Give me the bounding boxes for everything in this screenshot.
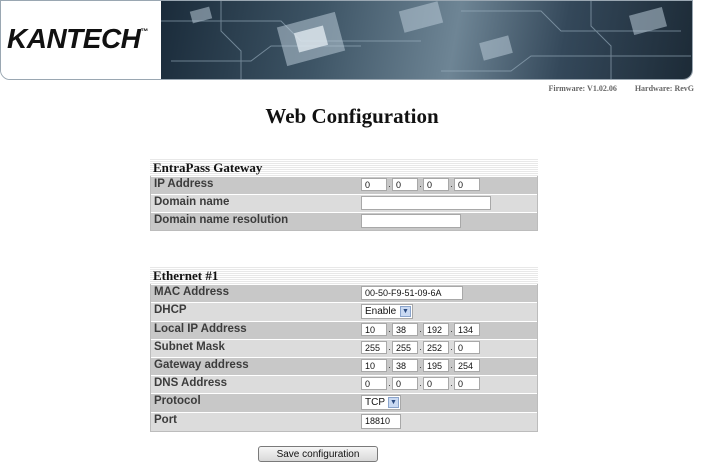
ip-octet-3[interactable]: 0: [423, 178, 449, 191]
subnet-octet-2[interactable]: 255: [392, 341, 418, 354]
entrapass-gateway-section: EntraPass Gateway IP Address 0.0.0.0 Dom…: [150, 158, 538, 231]
ethernet-section: Ethernet #1 MAC Address 00-50-F9-51-09-6…: [150, 266, 538, 432]
protocol-row: Protocol TCP ▼: [151, 393, 537, 412]
dns-octet-4[interactable]: 0: [454, 377, 480, 390]
chevron-down-icon: ▼: [400, 306, 411, 317]
subnet-octet-4[interactable]: 0: [454, 341, 480, 354]
mac-address-value: 00-50-F9-51-09-6A: [361, 286, 463, 300]
ip-octet-2[interactable]: 0: [392, 178, 418, 191]
dhcp-row: DHCP Enable ▼: [151, 302, 537, 321]
ip-octet-4[interactable]: 0: [454, 178, 480, 191]
dns-address-row: DNS Address 0.0.0.0: [151, 375, 537, 393]
ethernet-rows: MAC Address 00-50-F9-51-09-6A DHCP Enabl…: [150, 284, 538, 432]
domain-resolution-input[interactable]: [361, 214, 461, 228]
subnet-mask-label: Subnet Mask: [154, 341, 225, 353]
dns-octet-2[interactable]: 0: [392, 377, 418, 390]
local-ip-label: Local IP Address: [154, 323, 247, 335]
page-title: Web Configuration: [265, 104, 439, 128]
gateway-octet-1[interactable]: 10: [361, 359, 387, 372]
local-ip-row: Local IP Address 10. 38. 192. 134: [151, 321, 537, 339]
gateway-address-input: 10. 38. 195. 254: [361, 359, 480, 373]
port-label: Port: [154, 414, 177, 426]
dns-octet-1[interactable]: 0: [361, 377, 387, 390]
chevron-down-icon: ▼: [388, 397, 399, 408]
dhcp-label: DHCP: [154, 304, 187, 316]
gateway-rows: IP Address 0.0.0.0 Domain name Domain na…: [150, 176, 538, 231]
subnet-mask-row: Subnet Mask 255. 255. 252. 0: [151, 339, 537, 357]
header-banner: KANTECH™: [0, 0, 693, 80]
dns-address-input: 0.0.0.0: [361, 377, 480, 391]
version-info: Firmware: V1.02.06 Hardware: RevG: [530, 84, 694, 93]
subnet-mask-input: 255. 255. 252. 0: [361, 341, 480, 355]
mac-address-label: MAC Address: [154, 286, 229, 298]
section-header: EntraPass Gateway: [150, 158, 538, 176]
firmware-label: Firmware: V1.02.06: [548, 84, 617, 93]
dns-octet-3[interactable]: 0: [423, 377, 449, 390]
local-ip-input: 10. 38. 192. 134: [361, 323, 480, 337]
hardware-label: Hardware: RevG: [634, 84, 694, 93]
gateway-octet-2[interactable]: 38: [392, 359, 418, 372]
domain-name-input[interactable]: [361, 196, 491, 210]
domain-resolution-label: Domain name resolution: [154, 214, 289, 226]
gateway-address-label: Gateway address: [154, 359, 249, 371]
gateway-address-row: Gateway address 10. 38. 195. 254: [151, 357, 537, 375]
save-configuration-button[interactable]: Save configuration: [258, 446, 378, 462]
local-ip-octet-1[interactable]: 10: [361, 323, 387, 336]
kantech-logo: KANTECH™: [7, 23, 148, 54]
domain-resolution-row: Domain name resolution: [151, 212, 537, 230]
domain-name-row: Domain name: [151, 194, 537, 212]
protocol-label: Protocol: [154, 395, 201, 407]
mac-address-row: MAC Address 00-50-F9-51-09-6A: [151, 284, 537, 302]
dhcp-select[interactable]: Enable ▼: [361, 304, 413, 319]
dns-address-label: DNS Address: [154, 377, 228, 389]
subnet-octet-1[interactable]: 255: [361, 341, 387, 354]
circuit-board-image: [161, 1, 691, 79]
protocol-select[interactable]: TCP ▼: [361, 395, 401, 410]
subnet-octet-3[interactable]: 252: [423, 341, 449, 354]
gateway-octet-3[interactable]: 195: [423, 359, 449, 372]
gateway-octet-4[interactable]: 254: [454, 359, 480, 372]
ip-octet-1[interactable]: 0: [361, 178, 387, 191]
local-ip-octet-3[interactable]: 192: [423, 323, 449, 336]
section-header: Ethernet #1: [150, 266, 538, 284]
domain-name-label: Domain name: [154, 196, 230, 208]
local-ip-octet-2[interactable]: 38: [392, 323, 418, 336]
logo-area: KANTECH™: [1, 1, 161, 79]
port-input[interactable]: 18810: [361, 414, 401, 429]
ip-address-label: IP Address: [154, 178, 214, 190]
port-row: Port 18810: [151, 412, 537, 431]
ip-address-input: 0.0.0.0: [361, 178, 480, 192]
local-ip-octet-4[interactable]: 134: [454, 323, 480, 336]
circuit-board-banner: [161, 1, 692, 79]
ip-address-row: IP Address 0.0.0.0: [151, 176, 537, 194]
